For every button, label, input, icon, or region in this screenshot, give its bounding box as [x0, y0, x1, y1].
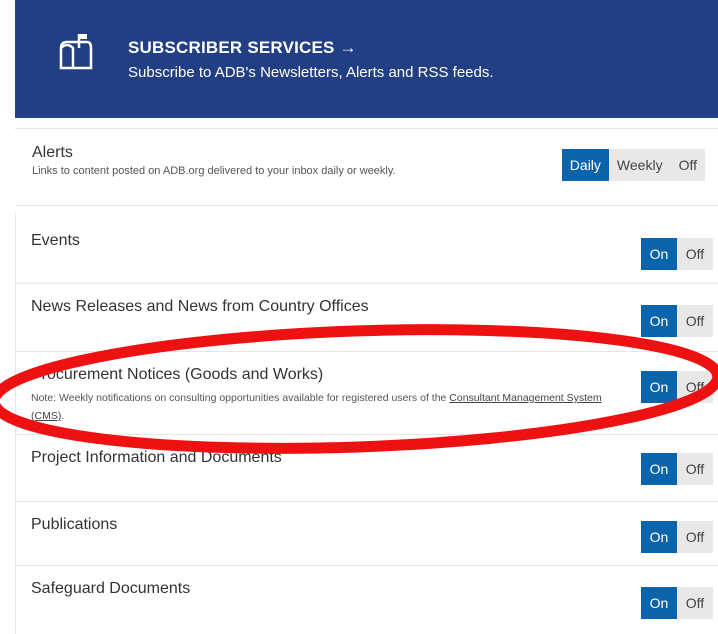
alerts-row: Alerts Links to content posted on ADB.or… — [15, 128, 718, 206]
row-label: Procurement Notices (Goods and Works) — [31, 366, 324, 383]
procurement-notices-toggle: On Off — [641, 371, 713, 403]
banner-title[interactable]: SUBSCRIBER SERVICES → — [128, 38, 357, 58]
subscription-row-project-information: Project Information and Documents On Off — [15, 435, 718, 502]
subscriber-services-banner[interactable]: SUBSCRIBER SERVICES → Subscribe to ADB's… — [15, 0, 718, 118]
publications-off-button[interactable]: Off — [677, 521, 713, 553]
events-toggle: On Off — [641, 238, 713, 270]
safeguard-documents-toggle: On Off — [641, 587, 713, 619]
project-information-toggle: On Off — [641, 453, 713, 485]
subscription-row-publications: Publications On Off — [15, 502, 718, 566]
alerts-off-option[interactable]: Off — [670, 149, 705, 181]
note-text: Note: Weekly notifications on consulting… — [31, 392, 450, 404]
subscription-row-procurement-notices: Procurement Notices (Goods and Works) No… — [15, 352, 718, 435]
alerts-frequency-selector: Daily Weekly Off — [561, 149, 705, 181]
row-label: Safeguard Documents — [31, 580, 191, 597]
alerts-label: Alerts — [32, 144, 73, 161]
news-releases-toggle: On Off — [641, 305, 713, 337]
project-information-off-button[interactable]: Off — [677, 453, 713, 485]
subscription-row-safeguard-documents: Safeguard Documents On Off — [15, 566, 718, 634]
publications-toggle: On Off — [641, 521, 713, 553]
row-label: Publications — [31, 516, 118, 533]
events-on-button[interactable]: On — [641, 238, 677, 270]
row-label: News Releases and News from Country Offi… — [31, 298, 369, 315]
alerts-weekly-option[interactable]: Weekly — [608, 149, 671, 181]
procurement-note: Note: Weekly notifications on consulting… — [31, 389, 621, 425]
news-releases-off-button[interactable]: Off — [677, 305, 713, 337]
alerts-daily-option[interactable]: Daily — [561, 149, 609, 181]
safeguard-documents-on-button[interactable]: On — [641, 587, 677, 619]
subscription-row-events: Events On Off — [15, 218, 718, 284]
events-off-button[interactable]: Off — [677, 238, 713, 270]
project-information-on-button[interactable]: On — [641, 453, 677, 485]
mailbox-icon — [59, 34, 93, 70]
alerts-description: Links to content posted on ADB.org deliv… — [32, 165, 396, 177]
publications-on-button[interactable]: On — [641, 521, 677, 553]
safeguard-documents-off-button[interactable]: Off — [677, 587, 713, 619]
row-label: Events — [31, 232, 80, 249]
row-label: Project Information and Documents — [31, 449, 282, 466]
subscription-row-news-releases: News Releases and News from Country Offi… — [15, 284, 718, 352]
procurement-notices-off-button[interactable]: Off — [677, 371, 713, 403]
banner-subtitle: Subscribe to ADB's Newsletters, Alerts a… — [128, 64, 494, 81]
news-releases-on-button[interactable]: On — [641, 305, 677, 337]
note-suffix: . — [61, 410, 65, 422]
procurement-notices-on-button[interactable]: On — [641, 371, 677, 403]
